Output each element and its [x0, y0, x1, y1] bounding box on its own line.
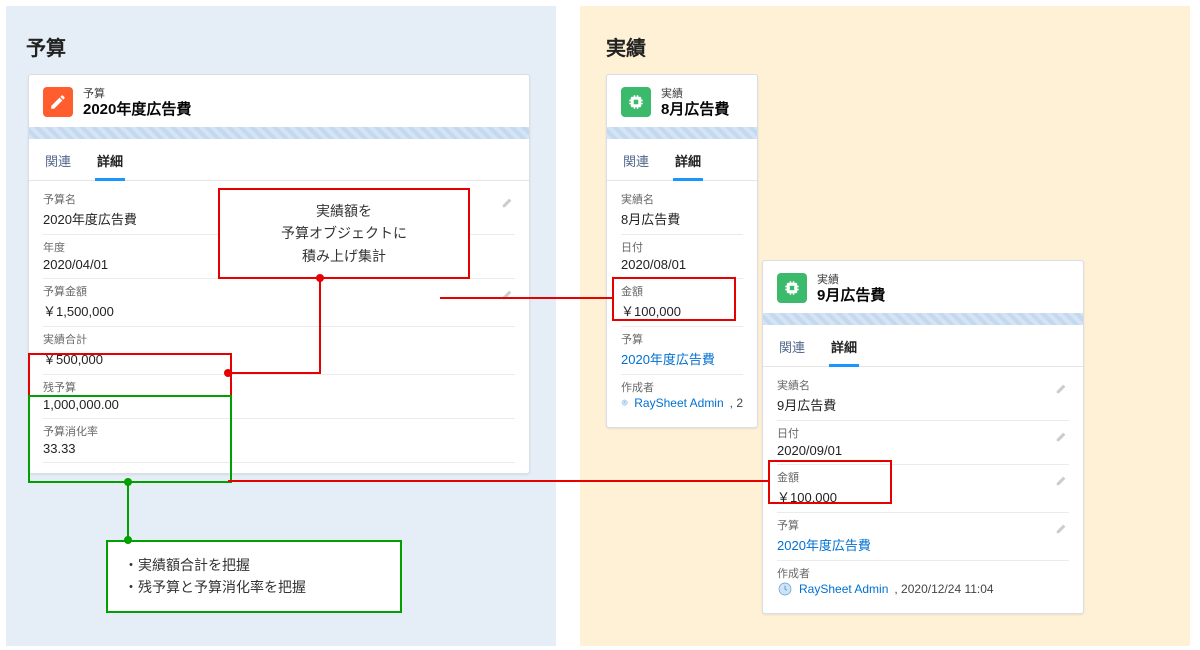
tab-detail[interactable]: 詳細 [95, 147, 125, 181]
callout-line: 実績額を [234, 200, 454, 222]
field-label: 実績名 [621, 191, 743, 207]
record-title: 2020年度広告費 [83, 101, 191, 119]
callout-rollup: 実績額を 予算オブジェクトに 積み上げ集計 [218, 188, 470, 279]
record-title: 9月広告費 [817, 287, 885, 305]
pencil-square-icon [43, 87, 73, 117]
section-title-actual: 実績 [606, 32, 646, 61]
edit-pencil-icon[interactable] [1055, 429, 1069, 443]
field-label: 日付 [777, 425, 1069, 441]
object-label: 実績 [817, 271, 885, 287]
tabs: 関連 詳細 [29, 139, 529, 181]
tab-related[interactable]: 関連 [777, 333, 807, 366]
tab-detail[interactable]: 詳細 [673, 147, 703, 181]
callout-grasp: ・実績額合計を把握 ・残予算と予算消化率を把握 [106, 540, 402, 613]
header-pattern [763, 313, 1083, 325]
field-value: ￥100,000 [777, 485, 1069, 506]
budget-link[interactable]: 2020年度広告費 [621, 347, 743, 368]
field-label: 実績合計 [43, 331, 515, 347]
field-value: ￥1,500,000 [43, 299, 515, 320]
field-budget-amount: 予算金額 ￥1,500,000 [43, 279, 515, 327]
field-label: 金額 [621, 283, 743, 299]
field-label: 予算金額 [43, 283, 515, 299]
callout-line: 積み上げ集計 [234, 245, 454, 267]
chip-icon [777, 273, 807, 303]
field-remaining: 残予算 1,000,000.00 [43, 375, 515, 419]
edit-pencil-icon[interactable] [1055, 381, 1069, 395]
edit-pencil-icon[interactable] [501, 287, 515, 301]
object-label: 予算 [83, 85, 191, 101]
chip-icon [621, 87, 651, 117]
budget-link[interactable]: 2020年度広告費 [777, 533, 1069, 554]
field-label: 残予算 [43, 379, 515, 395]
field-label: 予算 [777, 517, 1069, 533]
field-value: 2020/08/01 [621, 255, 743, 272]
object-label: 実績 [661, 85, 729, 101]
callout-line: ・残予算と予算消化率を把握 [124, 576, 384, 598]
actual-card-september: 実績 9月広告費 関連 詳細 実績名9月広告費 日付2020/09/01 金額￥… [762, 260, 1084, 614]
record-title: 8月広告費 [661, 101, 729, 119]
field-label: 予算消化率 [43, 423, 515, 439]
field-value: 9月広告費 [777, 393, 1069, 414]
field-label: 金額 [777, 469, 1069, 485]
clock-icon [621, 395, 628, 411]
edit-pencil-icon[interactable] [1055, 521, 1069, 535]
budget-card-header: 予算 2020年度広告費 [29, 75, 529, 127]
actual-card-august: 実績 8月広告費 関連 詳細 実績名8月広告費 日付2020/08/01 金額￥… [606, 74, 758, 428]
field-value: ￥100,000 [621, 299, 743, 320]
field-actual-total: 実績合計 ￥500,000 [43, 327, 515, 375]
author-timestamp: , 2020/12/24 11:04 [894, 582, 993, 596]
field-label: 作成者 [777, 565, 1069, 581]
field-value: ￥500,000 [43, 347, 515, 368]
field-value: 8月広告費 [621, 207, 743, 228]
edit-pencil-icon[interactable] [501, 195, 515, 209]
callout-line: 予算オブジェクトに [234, 222, 454, 244]
field-label: 日付 [621, 239, 743, 255]
header-pattern [607, 127, 757, 139]
author-timestamp: , 2 [730, 396, 743, 410]
field-value: 33.33 [43, 439, 515, 456]
clock-icon [777, 581, 793, 597]
author-link[interactable]: RaySheet Admin [799, 582, 888, 596]
field-label: 作成者 [621, 379, 743, 395]
edit-pencil-icon[interactable] [1055, 473, 1069, 487]
field-value: 1,000,000.00 [43, 395, 515, 412]
field-label: 予算 [621, 331, 743, 347]
author-link[interactable]: RaySheet Admin [634, 396, 723, 410]
callout-line: ・実績額合計を把握 [124, 554, 384, 576]
tab-related[interactable]: 関連 [621, 147, 651, 180]
section-title-budget: 予算 [26, 32, 66, 61]
field-rate: 予算消化率 33.33 [43, 419, 515, 463]
field-label: 実績名 [777, 377, 1069, 393]
field-value: 2020/09/01 [777, 441, 1069, 458]
header-pattern [29, 127, 529, 139]
tab-detail[interactable]: 詳細 [829, 333, 859, 367]
tab-related[interactable]: 関連 [43, 147, 73, 180]
